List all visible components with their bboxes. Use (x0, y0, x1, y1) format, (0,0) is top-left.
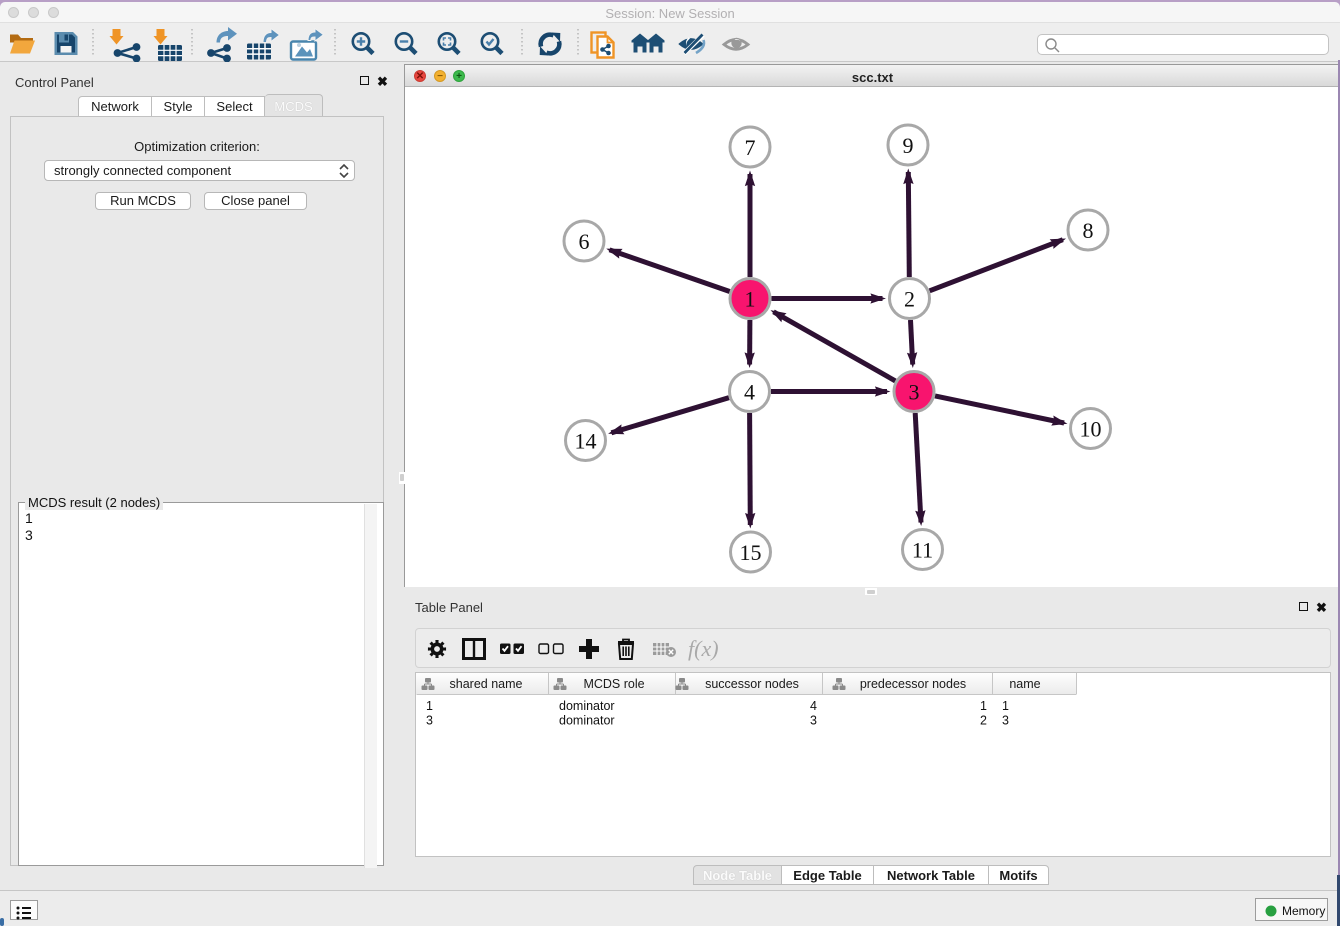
svg-text:11: 11 (912, 538, 933, 563)
svg-text:10: 10 (1080, 417, 1102, 442)
svg-text:7: 7 (745, 135, 756, 160)
svg-text:f(x): f(x) (688, 636, 719, 661)
svg-text:14: 14 (575, 429, 597, 454)
svg-text:3: 3 (1002, 714, 1009, 728)
svg-text:4: 4 (810, 699, 817, 713)
svg-text:1: 1 (745, 287, 756, 312)
svg-text:3: 3 (909, 380, 920, 405)
svg-text:3: 3 (426, 714, 433, 728)
svg-text:shared name: shared name (450, 677, 523, 691)
svg-text:2: 2 (980, 714, 987, 728)
svg-text:2: 2 (904, 287, 915, 312)
svg-text:MCDS role: MCDS role (583, 677, 644, 691)
svg-text:4: 4 (744, 380, 755, 405)
svg-text:predecessor nodes: predecessor nodes (860, 677, 966, 691)
svg-text:1: 1 (1002, 699, 1009, 713)
svg-text:1: 1 (426, 699, 433, 713)
svg-text:1: 1 (980, 699, 987, 713)
svg-text:8: 8 (1083, 218, 1094, 243)
svg-text:name: name (1009, 677, 1040, 691)
svg-text:successor nodes: successor nodes (705, 677, 799, 691)
svg-text:15: 15 (740, 540, 762, 565)
svg-text:9: 9 (903, 133, 914, 158)
svg-text:3: 3 (810, 714, 817, 728)
svg-text:dominator: dominator (559, 714, 615, 728)
svg-text:dominator: dominator (559, 699, 615, 713)
svg-text:6: 6 (579, 229, 590, 254)
